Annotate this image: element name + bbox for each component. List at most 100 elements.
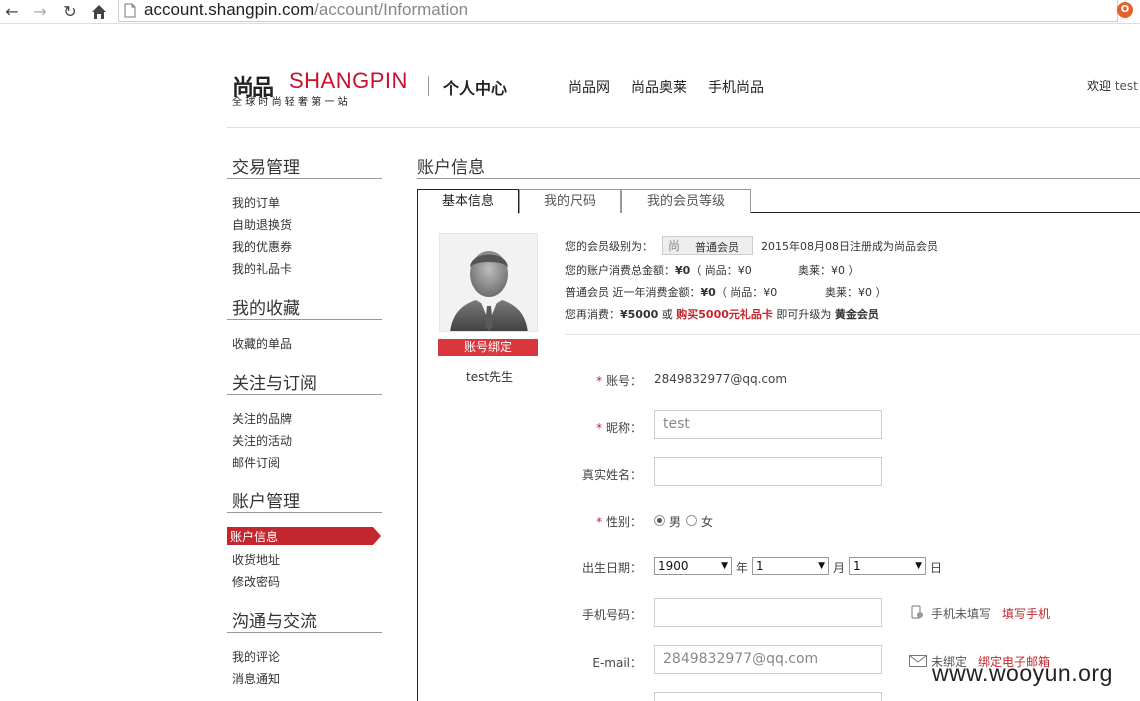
- arrow-right-icon[interactable]: →: [30, 2, 50, 22]
- logo-text[interactable]: SHANGPIN: [289, 68, 408, 94]
- chevron-down-icon: ▼: [915, 561, 922, 571]
- account-value: 2849832977@qq.com: [654, 372, 788, 386]
- envelope-icon: [909, 655, 927, 670]
- sidebar-item-coupons[interactable]: 我的优惠券: [232, 238, 292, 255]
- birth-year-value: 1900: [658, 559, 689, 573]
- nickname-input[interactable]: test: [654, 410, 882, 439]
- username-link[interactable]: test: [1115, 79, 1138, 93]
- url-path: /account/Information: [314, 0, 469, 19]
- sidebar-section-communication: 沟通与交流: [232, 612, 317, 632]
- total-spending-outlet: 奥莱：¥0 ）: [798, 264, 860, 277]
- nav-outlet[interactable]: 尚品奥莱: [631, 77, 687, 97]
- nickname-label-text: 昵称：: [605, 421, 642, 435]
- extension-icon[interactable]: O: [1117, 2, 1133, 18]
- logo-slogan: 全球时尚轻奢第一站: [232, 97, 351, 108]
- page-title: 账户信息: [417, 158, 485, 178]
- gender-female-radio[interactable]: [686, 515, 697, 526]
- realname-label: 真实姓名：: [581, 468, 642, 482]
- page-section-title: 个人中心: [443, 79, 508, 98]
- sidebar-item-addresses[interactable]: 收货地址: [232, 551, 280, 568]
- tab-my-size[interactable]: 我的尺码: [519, 189, 621, 213]
- account-label-text: 账号：: [605, 374, 642, 388]
- realname-input[interactable]: [654, 457, 882, 486]
- sidebar-divider: [227, 178, 382, 179]
- register-date-text: 2015年08月08日注册成为尚品会员: [761, 240, 938, 253]
- upgrade-mid: 即可升级为: [772, 308, 835, 321]
- header-divider: [428, 76, 429, 96]
- phone-input[interactable]: [654, 598, 882, 627]
- sidebar-item-returns[interactable]: 自助退换货: [232, 216, 292, 233]
- upgrade-label: 您再消费：: [565, 308, 620, 321]
- upgrade-line: 您再消费：¥5000 或 购买5000元礼品卡 即可升级为 黄金会员: [565, 306, 879, 322]
- arrow-left-icon[interactable]: ←: [2, 2, 22, 22]
- nav-shangpin[interactable]: 尚品网: [568, 77, 610, 97]
- bind-account-button[interactable]: 账号绑定: [438, 339, 538, 356]
- url-host: account.shangpin.com: [144, 0, 315, 19]
- tab-basic-info[interactable]: 基本信息: [417, 189, 519, 214]
- sidebar-item-change-password[interactable]: 修改密码: [232, 573, 280, 590]
- birth-year-select[interactable]: 1900 ▼: [654, 557, 732, 575]
- content-border: [417, 212, 418, 701]
- sidebar-section-favorites: 我的收藏: [232, 299, 300, 319]
- sidebar-item-account-info[interactable]: 账户信息: [230, 528, 278, 545]
- chevron-down-icon: ▼: [818, 561, 825, 571]
- birth-day-select[interactable]: 1 ▼: [849, 557, 926, 575]
- birth-month-value: 1: [756, 559, 764, 573]
- next-field-input[interactable]: [654, 692, 882, 701]
- phone-icon: [910, 605, 924, 622]
- sidebar-item-giftcards[interactable]: 我的礼品卡: [232, 260, 292, 277]
- required-mark: *: [596, 374, 603, 388]
- total-spending-amount: ¥0: [675, 264, 691, 277]
- sidebar-item-followed-events[interactable]: 关注的活动: [232, 432, 292, 449]
- nav-mobile[interactable]: 手机尚品: [708, 77, 764, 97]
- year-spending-amount: ¥0: [700, 286, 716, 299]
- sidebar-section-follow: 关注与订阅: [232, 374, 317, 394]
- sidebar-item-my-reviews[interactable]: 我的评论: [232, 648, 280, 665]
- gender-label: * 性别：: [522, 513, 642, 530]
- welcome-label: 欢迎: [1087, 79, 1112, 93]
- upgrade-target-level: 黄金会员: [834, 308, 879, 321]
- year-spending-shangpin: （ 尚品：¥0: [715, 286, 778, 299]
- sidebar-item-followed-brands[interactable]: 关注的品牌: [232, 410, 292, 427]
- sidebar-section-account: 账户管理: [232, 492, 300, 512]
- account-label: * 账号：: [522, 372, 642, 389]
- buy-giftcard-link[interactable]: 购买5000元礼品卡: [676, 308, 773, 321]
- phone-status: 手机未填写: [931, 607, 992, 621]
- sidebar-item-favorite-products[interactable]: 收藏的单品: [232, 335, 292, 352]
- watermark: www.wooyun.org: [932, 660, 1113, 686]
- email-label: E-mail：: [592, 656, 642, 670]
- birth-year-unit: 年: [736, 561, 749, 575]
- avatar[interactable]: [439, 233, 538, 332]
- phone-label: 手机号码：: [581, 608, 642, 622]
- gender-female-label: 女: [701, 515, 714, 529]
- birth-month-unit: 月: [833, 561, 846, 575]
- sidebar-active-arrow: [373, 527, 381, 545]
- page-icon: [124, 3, 136, 21]
- birth-day-unit: 日: [930, 561, 943, 575]
- total-spending-line: 您的账户消费总金额：¥0（ 尚品：¥0: [565, 262, 752, 278]
- email-input[interactable]: 2849832977@qq.com: [654, 645, 882, 674]
- url-text[interactable]: account.shangpin.com/account/Information: [144, 0, 468, 20]
- home-icon[interactable]: [89, 2, 109, 22]
- welcome-text: 欢迎 test: [1087, 77, 1138, 94]
- chevron-down-icon: ▼: [721, 561, 728, 571]
- birth-day-value: 1: [853, 559, 861, 573]
- sidebar-divider: [227, 319, 382, 320]
- member-level-label: 您的会员级别为：: [565, 240, 653, 253]
- sidebar-item-orders[interactable]: 我的订单: [232, 194, 280, 211]
- sidebar-divider: [227, 394, 382, 395]
- required-mark: *: [596, 515, 603, 529]
- birth-month-select[interactable]: 1 ▼: [752, 557, 829, 575]
- tab-member-level[interactable]: 我的会员等级: [621, 189, 751, 213]
- fill-phone-link[interactable]: 填写手机: [1002, 605, 1050, 622]
- sidebar-item-email-subscription[interactable]: 邮件订阅: [232, 454, 280, 471]
- sidebar-divider: [227, 512, 382, 513]
- upgrade-amount: ¥5000: [620, 308, 659, 321]
- required-mark: *: [596, 421, 603, 435]
- gender-male-label: 男: [669, 515, 682, 529]
- total-spending-label: 您的账户消费总金额：: [565, 264, 675, 277]
- reload-icon[interactable]: ↻: [60, 2, 80, 22]
- title-divider: [417, 178, 1140, 179]
- gender-male-radio[interactable]: [654, 515, 665, 526]
- sidebar-item-notifications[interactable]: 消息通知: [232, 670, 280, 687]
